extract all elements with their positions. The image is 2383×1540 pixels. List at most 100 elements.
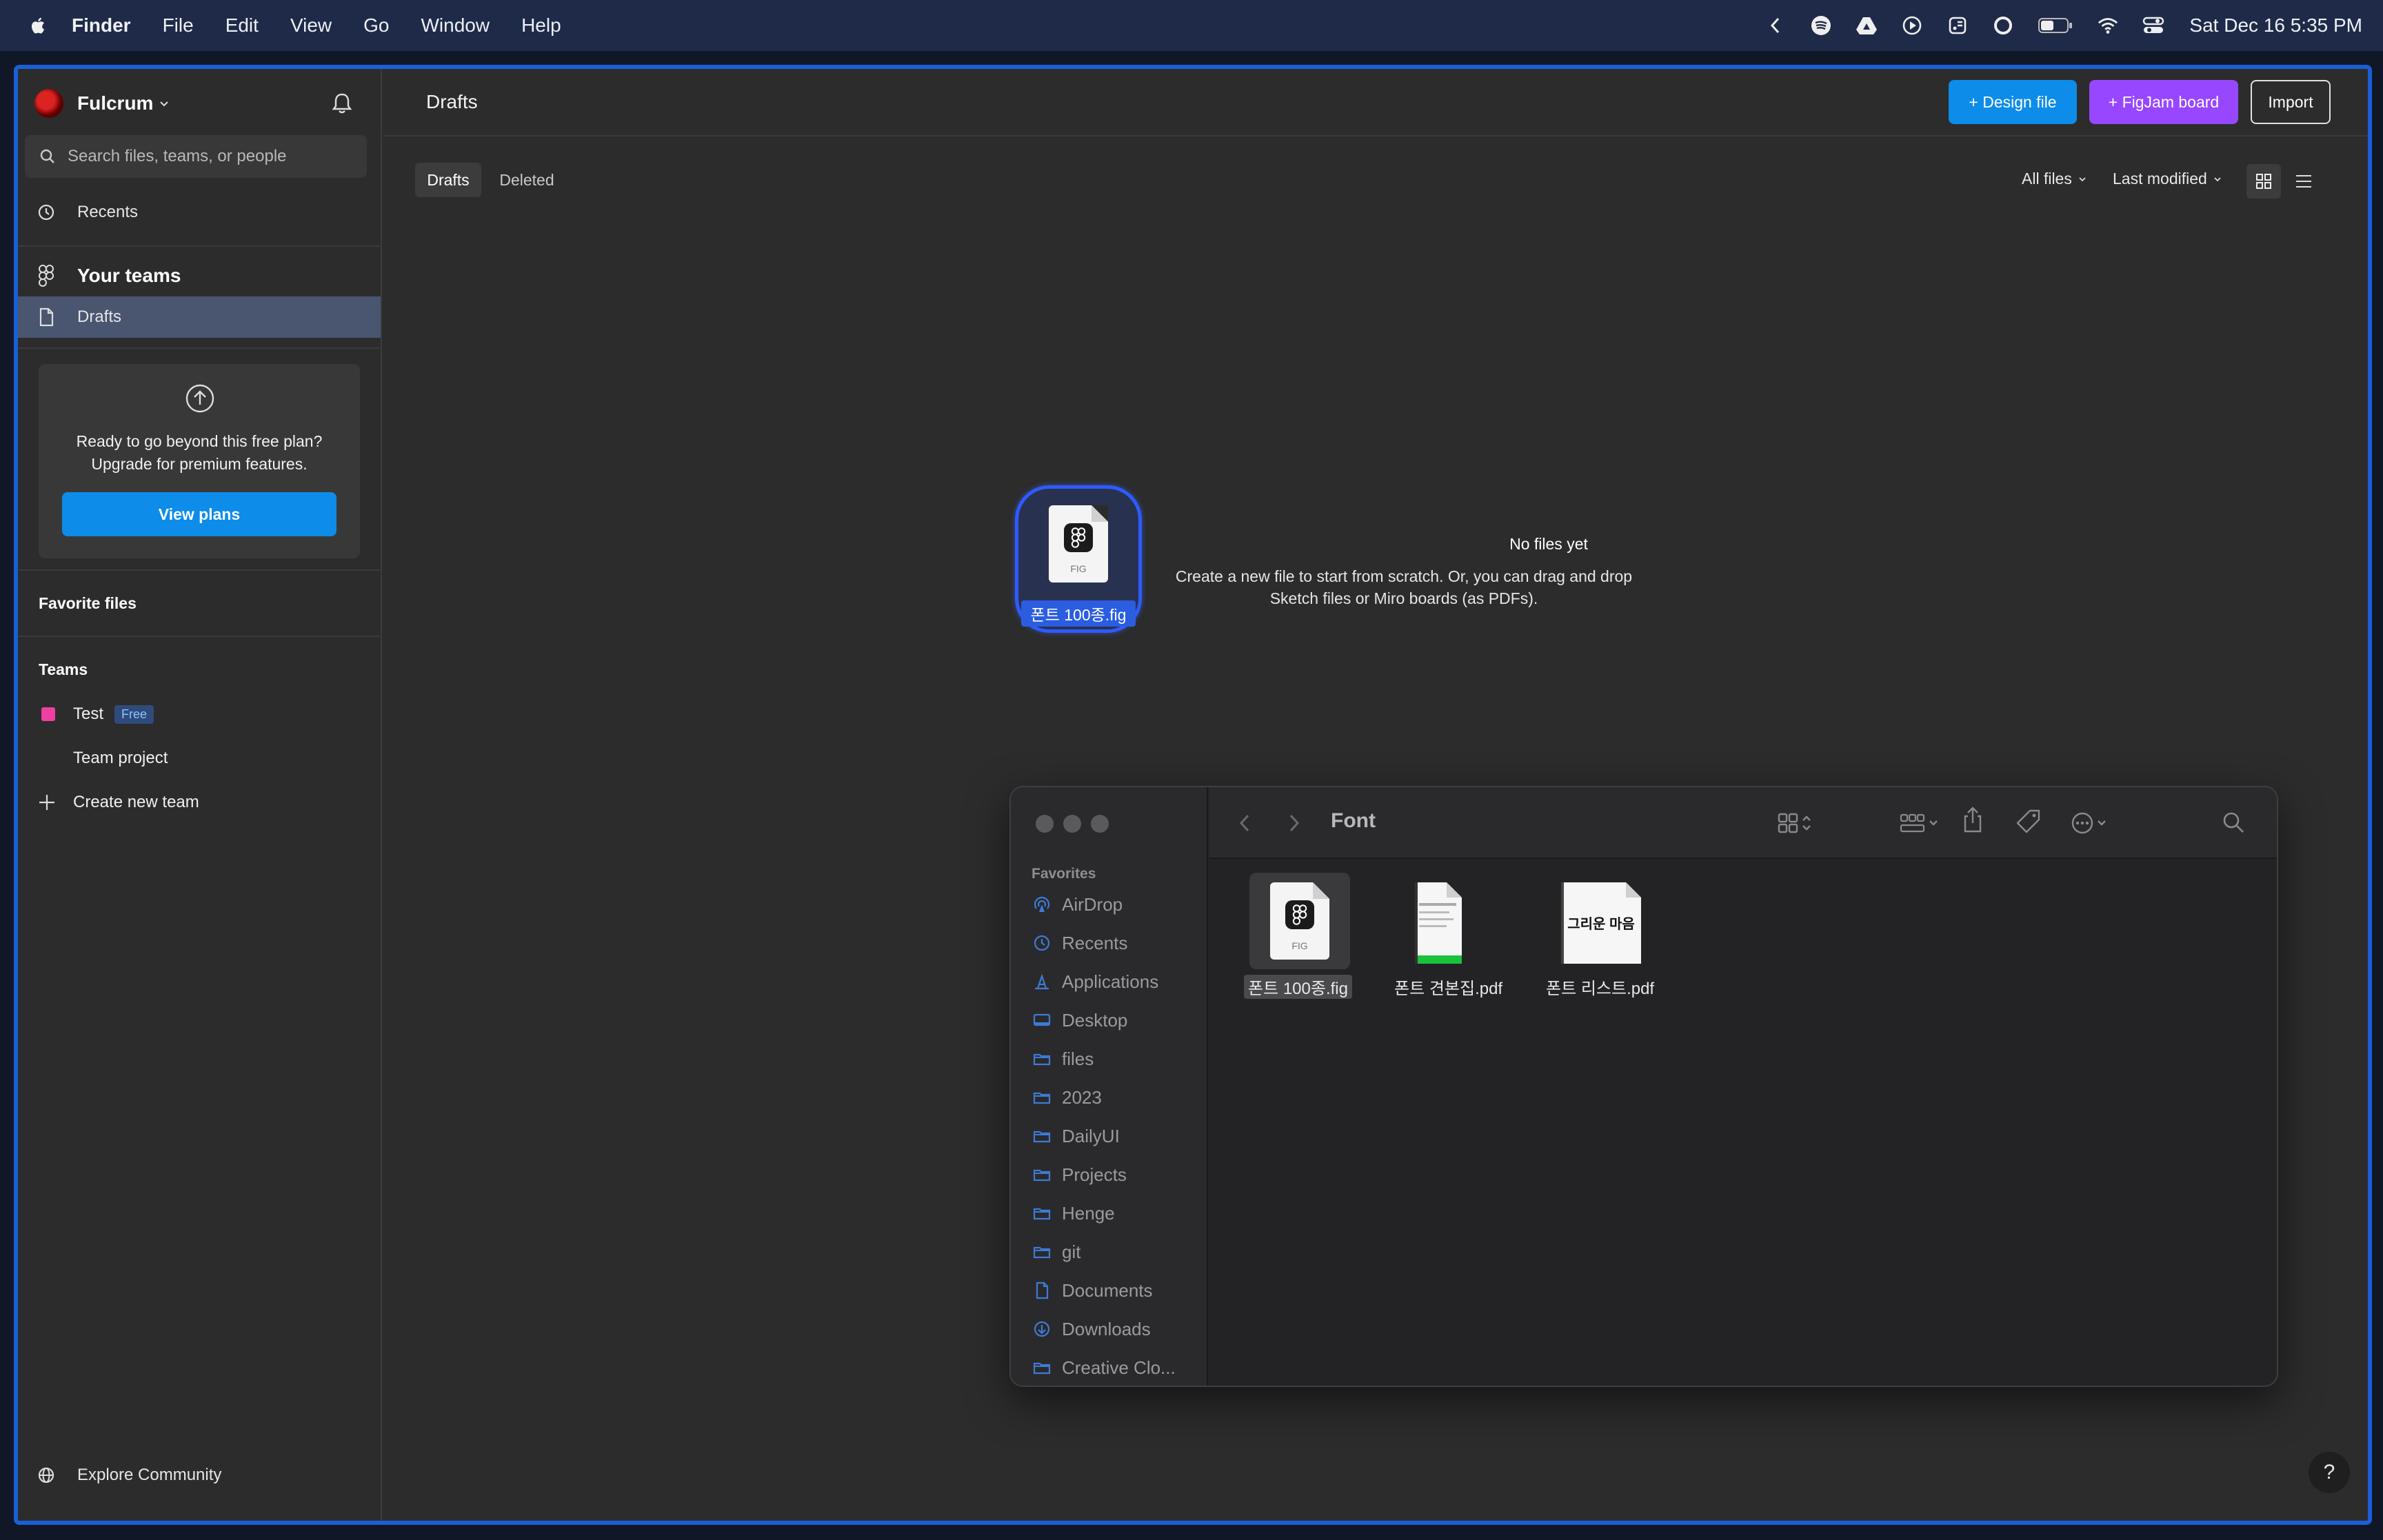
chevron-left-icon[interactable] [1764, 14, 1787, 37]
more-actions-button[interactable] [2070, 808, 2109, 838]
view-mode-selector[interactable] [1776, 808, 1813, 838]
finder-sidebar-item-recents[interactable]: Recents [1032, 928, 1204, 958]
finder-toolbar: Font [1209, 787, 2277, 859]
battery-icon[interactable] [2038, 14, 2073, 37]
finder-sidebar-item-projects[interactable]: Projects [1032, 1159, 1204, 1190]
sort-dropdown[interactable]: Last modified [2113, 170, 2222, 188]
team-item-test[interactable]: Test Free [18, 693, 381, 735]
minimize-window-button[interactable] [1063, 815, 1081, 833]
finder-file-pdf-2[interactable]: 그리운 마음 폰트 리스트.pdf [1546, 873, 1684, 1004]
finder-sidebar-item-desktop[interactable]: Desktop [1032, 1005, 1204, 1035]
back-icon[interactable] [1237, 812, 1254, 834]
apple-icon[interactable] [28, 14, 50, 37]
figma-logo-icon [1285, 900, 1314, 929]
team-avatar [34, 89, 63, 118]
finder-file-pdf-1[interactable]: 폰트 견본집.pdf [1394, 873, 1532, 1004]
folder-icon [1032, 1242, 1052, 1262]
finder-sidebar-label: Recents [1062, 932, 1128, 953]
team-switcher[interactable]: Fulcrum [34, 85, 170, 121]
finder-sidebar-item-airdrop[interactable]: AirDrop [1032, 889, 1204, 920]
finder-sidebar-item-applications[interactable]: Applications [1032, 966, 1204, 997]
menu-help[interactable]: Help [521, 14, 561, 37]
upgrade-card: Ready to go beyond this free plan? Upgra… [39, 364, 360, 558]
dragged-file[interactable]: FIG 폰트 100종.fig [1015, 485, 1142, 633]
finder-sidebar-item-downloads[interactable]: Downloads [1032, 1314, 1204, 1344]
folder-icon [1032, 1357, 1052, 1378]
favorites-heading: Favorites [1032, 866, 1096, 882]
divider [18, 636, 381, 637]
sidebar-item-recents[interactable]: Recents [18, 192, 381, 233]
fig-file-icon: FIG [1270, 882, 1329, 960]
clipboard-icon[interactable] [1947, 14, 1969, 37]
pdf-thumb-text: 그리운 마음 [1567, 917, 1635, 932]
menu-app-finder[interactable]: Finder [72, 14, 131, 37]
close-window-button[interactable] [1036, 815, 1054, 833]
file-name: 폰트 리스트.pdf [1546, 980, 1655, 998]
header-divider [383, 135, 2368, 136]
tab-deleted[interactable]: Deleted [491, 163, 563, 197]
menu-bar-clock[interactable]: Sat Dec 16 5:35 PM [2189, 14, 2362, 37]
list-view-button[interactable] [2286, 164, 2321, 199]
empty-state-text: Create a new file to start from scratch.… [1156, 565, 1652, 609]
new-figjam-board-button[interactable]: + FigJam board [2089, 80, 2238, 124]
teams-heading: Teams [39, 660, 88, 678]
file-icon [36, 307, 57, 327]
explore-community-link[interactable]: Explore Community [18, 1455, 381, 1496]
spotify-icon[interactable] [1810, 14, 1832, 37]
team-project-item[interactable]: Team project [18, 738, 381, 779]
finder-sidebar-label: Downloads [1062, 1318, 1151, 1339]
drive-icon[interactable] [1856, 14, 1878, 37]
control-center-icon[interactable] [2142, 14, 2164, 37]
tag-icon[interactable] [2015, 808, 2042, 835]
search-icon[interactable] [2220, 809, 2246, 835]
divider [18, 245, 381, 247]
play-circle-icon[interactable] [1901, 14, 1923, 37]
create-new-team-button[interactable]: Create new team [18, 782, 381, 823]
finder-sidebar-item-henge[interactable]: Henge [1032, 1198, 1204, 1228]
finder-sidebar-item-2023[interactable]: 2023 [1032, 1082, 1204, 1113]
ellipsis-circle-icon [2071, 812, 2093, 834]
sidebar-item-label: Drafts [77, 307, 122, 326]
share-icon[interactable] [1961, 805, 1984, 835]
finder-sidebar-item-creative-clo[interactable]: Creative Clo... [1032, 1352, 1204, 1383]
sidebar-item-drafts[interactable]: Drafts [18, 296, 381, 338]
search-input[interactable] [68, 147, 357, 166]
new-design-file-button[interactable]: + Design file [1949, 80, 2077, 124]
import-button[interactable]: Import [2251, 80, 2331, 124]
menu-view[interactable]: View [290, 14, 332, 37]
finder-sidebar-item-dailyui[interactable]: DailyUI [1032, 1121, 1204, 1151]
forward-icon[interactable] [1285, 812, 1302, 834]
finder-sidebar-item-files[interactable]: files [1032, 1044, 1204, 1074]
page-title: Drafts [426, 91, 478, 112]
menu-go[interactable]: Go [363, 14, 389, 37]
search-field[interactable] [25, 135, 367, 178]
search-icon [40, 149, 54, 163]
folder-icon [1032, 1087, 1052, 1108]
view-plans-button[interactable]: View plans [62, 492, 336, 536]
upload-circle-icon [185, 384, 214, 413]
wifi-icon[interactable] [2097, 14, 2119, 37]
menu-window[interactable]: Window [421, 14, 490, 37]
icon-view-icon [1778, 813, 1798, 833]
finder-sidebar-item-git[interactable]: git [1032, 1237, 1204, 1267]
help-button[interactable]: ? [2309, 1452, 2350, 1493]
upgrade-text: Ready to go beyond this free plan? Upgra… [39, 430, 360, 476]
finder-file-fig[interactable]: FIG 폰트 100종.fig [1238, 873, 1376, 1004]
menu-file[interactable]: File [163, 14, 194, 37]
empty-state-title: No files yet [1509, 535, 1588, 553]
sidebar-item-your-teams[interactable]: Your teams [18, 255, 381, 296]
tab-drafts[interactable]: Drafts [415, 163, 481, 197]
grid-view-button[interactable] [2246, 164, 2281, 199]
record-icon[interactable] [1992, 14, 2014, 37]
bell-icon[interactable] [328, 90, 356, 117]
download-icon [1032, 1319, 1052, 1339]
finder-sidebar-label: Applications [1062, 971, 1159, 992]
zoom-window-button[interactable] [1091, 815, 1109, 833]
all-files-filter[interactable]: All files [2022, 170, 2087, 188]
group-by-button[interactable] [1899, 808, 1940, 838]
create-team-label: Create new team [73, 793, 199, 811]
finder-sidebar-item-documents[interactable]: Documents [1032, 1275, 1204, 1306]
menu-edit[interactable]: Edit [225, 14, 259, 37]
folder-icon [1032, 1164, 1052, 1185]
chevron-updown-icon [1802, 815, 1811, 831]
